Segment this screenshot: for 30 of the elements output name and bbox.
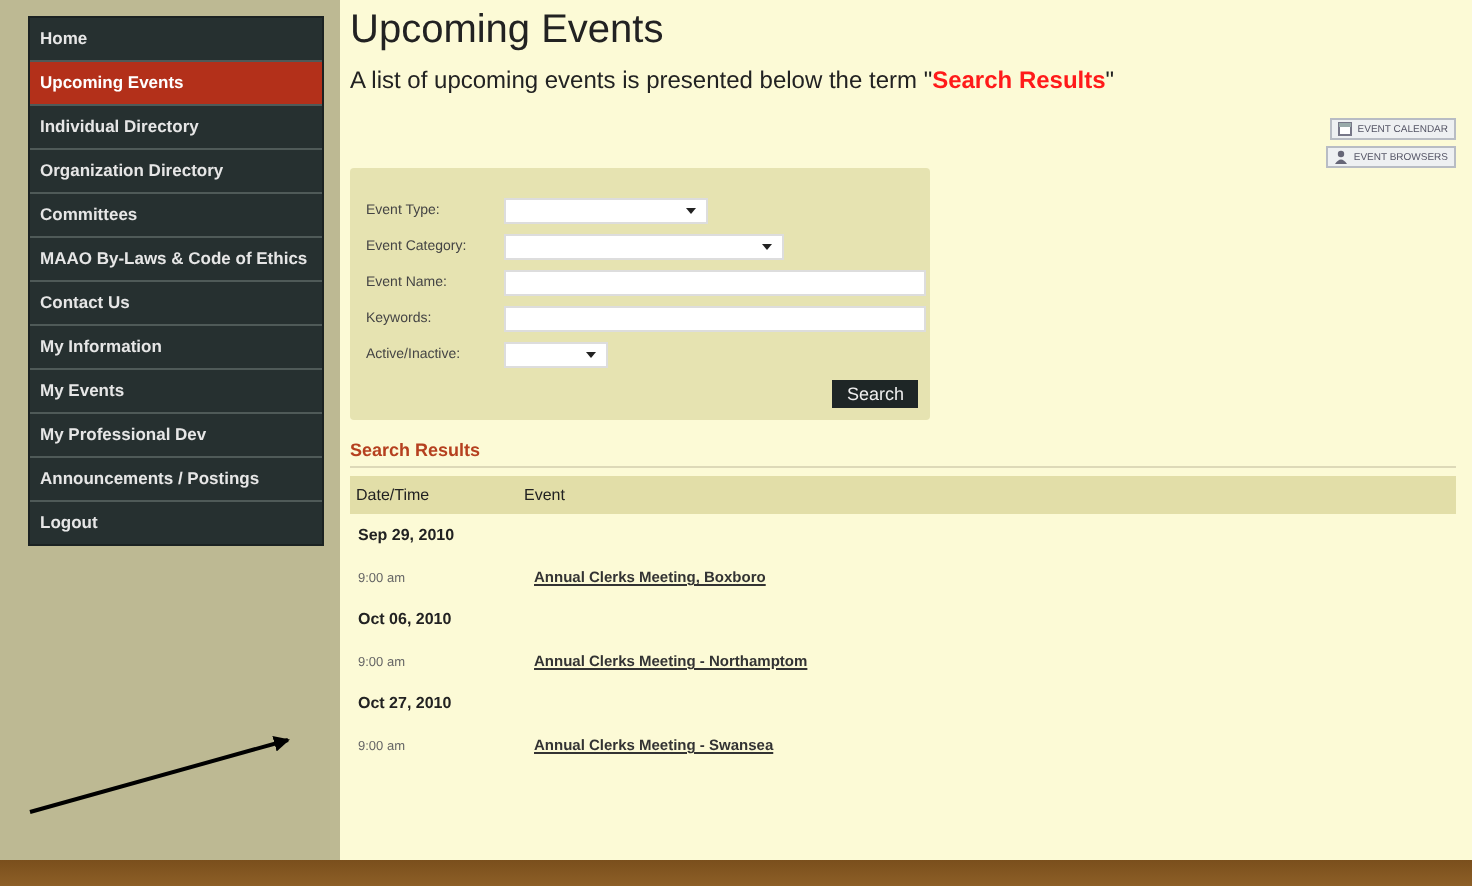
date-heading: Oct 27, 2010 bbox=[358, 694, 452, 712]
menu-item[interactable]: Upcoming Events bbox=[30, 62, 322, 106]
dropdown-arrow-icon bbox=[686, 207, 696, 213]
menu-item[interactable]: Announcements / Postings bbox=[30, 458, 322, 502]
menu-item[interactable]: Logout bbox=[30, 502, 322, 544]
dropdown[interactable] bbox=[504, 233, 784, 259]
calendar-icon bbox=[1337, 122, 1352, 136]
date-heading: Sep 29, 2010 bbox=[358, 526, 455, 544]
menu-item[interactable]: Organization Directory bbox=[30, 150, 322, 194]
menu-item[interactable]: Individual Directory bbox=[30, 106, 322, 150]
dropdown-arrow-icon bbox=[762, 243, 772, 249]
menu-item[interactable]: My Events bbox=[30, 370, 322, 414]
person-icon bbox=[1333, 150, 1348, 164]
menu-item[interactable]: Contact Us bbox=[30, 282, 322, 326]
date-heading: Oct 06, 2010 bbox=[358, 610, 452, 628]
column-header: Event bbox=[518, 476, 1456, 514]
intro-text: A list of upcoming events is presented below the term "Search Results" bbox=[350, 66, 1117, 94]
page-title: Upcoming Events bbox=[350, 8, 666, 54]
input-field[interactable] bbox=[504, 269, 926, 295]
dropdown-arrow-icon bbox=[586, 351, 596, 357]
menu-item[interactable]: MAAO By-Laws & Code of Ethics bbox=[30, 238, 322, 282]
menu-item[interactable]: My Professional Dev bbox=[30, 414, 322, 458]
search-button[interactable]: Search bbox=[832, 380, 918, 408]
menu-item[interactable]: My Information bbox=[30, 326, 322, 370]
input-field[interactable] bbox=[504, 305, 926, 331]
menu-item[interactable]: Committees bbox=[30, 194, 322, 238]
dropdown[interactable] bbox=[504, 341, 608, 367]
results-heading: Search Results bbox=[350, 440, 1456, 468]
column-header: Date/Time bbox=[350, 476, 518, 514]
dropdown[interactable] bbox=[504, 197, 708, 223]
